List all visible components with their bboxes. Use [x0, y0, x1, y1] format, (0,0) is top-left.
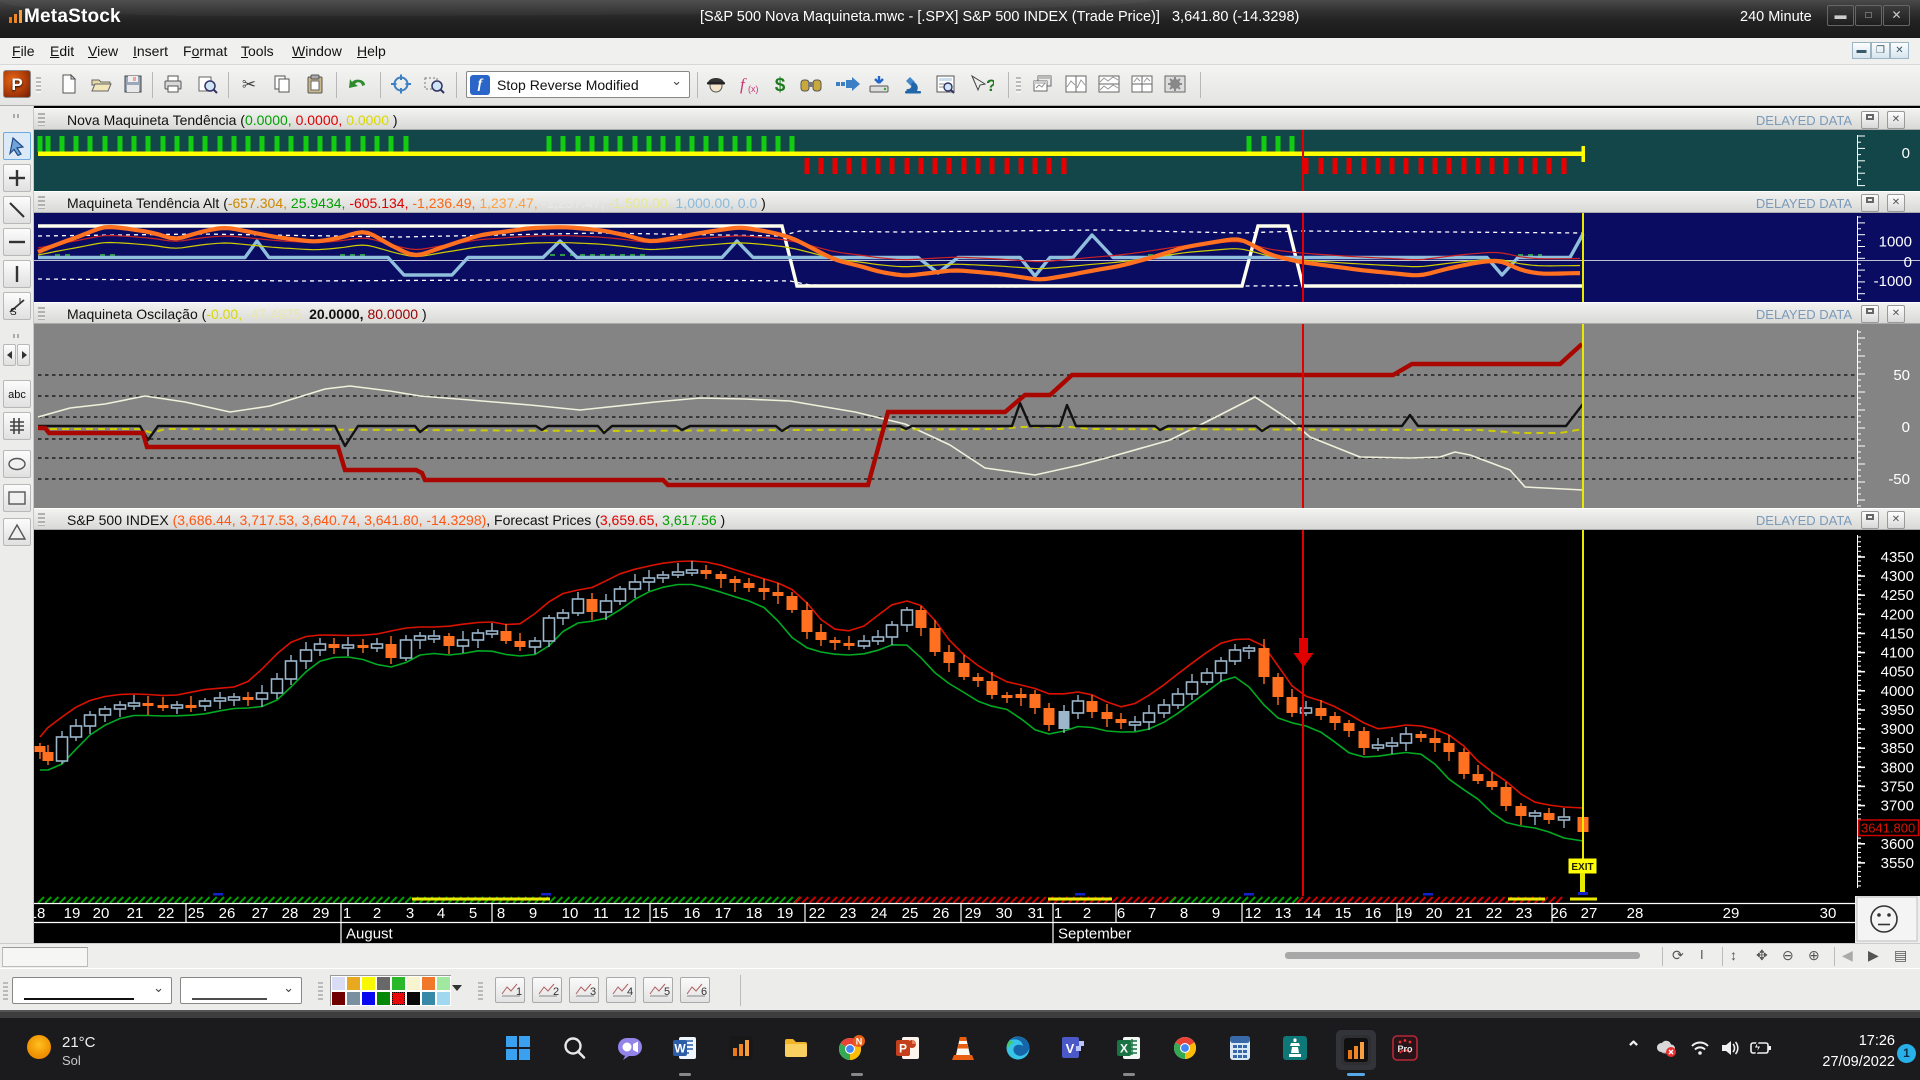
svg-text:28: 28: [1627, 905, 1644, 922]
svg-text:22: 22: [158, 905, 175, 922]
svg-text:4: 4: [437, 905, 445, 922]
svg-text:6: 6: [701, 986, 707, 998]
svg-text:Pro: Pro: [1397, 1044, 1413, 1054]
svg-text:5: 5: [469, 905, 477, 922]
svg-text:12: 12: [1245, 905, 1262, 922]
svg-text:1: 1: [1054, 905, 1062, 922]
svg-text:N: N: [856, 1037, 863, 1047]
svg-text:27: 27: [252, 905, 269, 922]
svg-text:9: 9: [529, 905, 537, 922]
svg-text:9: 9: [1212, 905, 1220, 922]
svg-text:3800: 3800: [1881, 759, 1914, 776]
svg-text:29: 29: [313, 905, 330, 922]
svg-text:12: 12: [624, 905, 641, 922]
svg-text:29: 29: [1723, 905, 1740, 922]
svg-text:50: 50: [1893, 367, 1910, 384]
svg-text:30: 30: [1820, 905, 1837, 922]
svg-text:2: 2: [373, 905, 381, 922]
svg-text:28: 28: [282, 905, 299, 922]
svg-text:0: 0: [1902, 145, 1910, 162]
svg-text:23: 23: [840, 905, 857, 922]
svg-text:26: 26: [1551, 905, 1568, 922]
svg-text:16: 16: [1365, 905, 1382, 922]
svg-text:0: 0: [1902, 419, 1910, 436]
svg-text:8: 8: [497, 905, 505, 922]
svg-text:20: 20: [93, 905, 110, 922]
svg-text:4000: 4000: [1881, 683, 1914, 700]
svg-text:3750: 3750: [1881, 778, 1914, 795]
svg-text:$: $: [775, 75, 786, 94]
svg-text:4050: 4050: [1881, 664, 1914, 681]
svg-text:14: 14: [1305, 905, 1322, 922]
svg-text:25: 25: [902, 905, 919, 922]
svg-text:3850: 3850: [1881, 740, 1914, 757]
svg-text:4200: 4200: [1881, 606, 1914, 623]
svg-text:W: W: [674, 1042, 686, 1056]
svg-text:4300: 4300: [1881, 568, 1914, 585]
svg-text:17: 17: [715, 905, 732, 922]
svg-text:26: 26: [933, 905, 950, 922]
svg-text:3600: 3600: [1881, 836, 1914, 853]
svg-text:1000: 1000: [1879, 234, 1912, 251]
svg-text:6: 6: [1117, 905, 1125, 922]
svg-text:0: 0: [1904, 254, 1912, 271]
svg-text:15: 15: [652, 905, 669, 922]
svg-text:4150: 4150: [1881, 626, 1914, 643]
svg-text:19: 19: [64, 905, 81, 922]
svg-text:EXIT: EXIT: [1571, 862, 1593, 873]
svg-text:1: 1: [516, 986, 522, 998]
svg-text:abc: abc: [8, 389, 26, 401]
svg-text:August: August: [346, 926, 394, 943]
svg-text:27: 27: [1581, 905, 1598, 922]
svg-text:-50: -50: [1888, 471, 1910, 488]
svg-text:4100: 4100: [1881, 645, 1914, 662]
svg-text:S: S: [10, 307, 17, 316]
svg-text:P: P: [899, 1042, 907, 1056]
svg-text:4350: 4350: [1881, 549, 1914, 566]
svg-text:f: f: [740, 75, 747, 94]
svg-text:26: 26: [219, 905, 236, 922]
svg-text:21: 21: [1456, 905, 1473, 922]
svg-text:18: 18: [746, 905, 763, 922]
svg-text:1: 1: [343, 905, 351, 922]
svg-text:23: 23: [1516, 905, 1533, 922]
svg-text:3900: 3900: [1881, 721, 1914, 738]
svg-text:19: 19: [1396, 905, 1413, 922]
svg-text:4250: 4250: [1881, 587, 1914, 604]
svg-text:3950: 3950: [1881, 702, 1914, 719]
svg-text:2: 2: [553, 986, 559, 998]
svg-text:2: 2: [1083, 905, 1091, 922]
svg-text:?: ?: [986, 76, 994, 94]
svg-text:✂: ✂: [242, 75, 256, 94]
svg-text:3: 3: [590, 986, 596, 998]
svg-text:-1000: -1000: [1874, 273, 1912, 290]
svg-text:3: 3: [406, 905, 414, 922]
svg-text:(x): (x): [748, 84, 759, 94]
svg-text:31: 31: [1028, 905, 1045, 922]
svg-text:September: September: [1058, 926, 1131, 943]
svg-text:29: 29: [965, 905, 982, 922]
svg-text:22: 22: [1486, 905, 1503, 922]
svg-text:22: 22: [809, 905, 826, 922]
svg-text:3700: 3700: [1881, 798, 1914, 815]
svg-text:3641.800: 3641.800: [1861, 821, 1915, 836]
svg-text:11: 11: [593, 905, 609, 922]
svg-text:5: 5: [664, 986, 670, 998]
svg-text:21: 21: [127, 905, 144, 922]
svg-text:19: 19: [777, 905, 794, 922]
svg-text:3550: 3550: [1881, 855, 1914, 872]
svg-text:X: X: [1120, 1042, 1128, 1056]
svg-text:4: 4: [627, 986, 633, 998]
svg-text:V: V: [1066, 1041, 1075, 1056]
svg-text:24: 24: [871, 905, 888, 922]
svg-text:16: 16: [684, 905, 701, 922]
svg-text:30: 30: [996, 905, 1013, 922]
svg-text:13: 13: [1275, 905, 1292, 922]
svg-text:8: 8: [1180, 905, 1188, 922]
svg-text:20: 20: [1426, 905, 1443, 922]
svg-text:25: 25: [188, 905, 205, 922]
svg-text:7: 7: [1148, 905, 1156, 922]
svg-text:10: 10: [562, 905, 579, 922]
svg-text:15: 15: [1335, 905, 1352, 922]
